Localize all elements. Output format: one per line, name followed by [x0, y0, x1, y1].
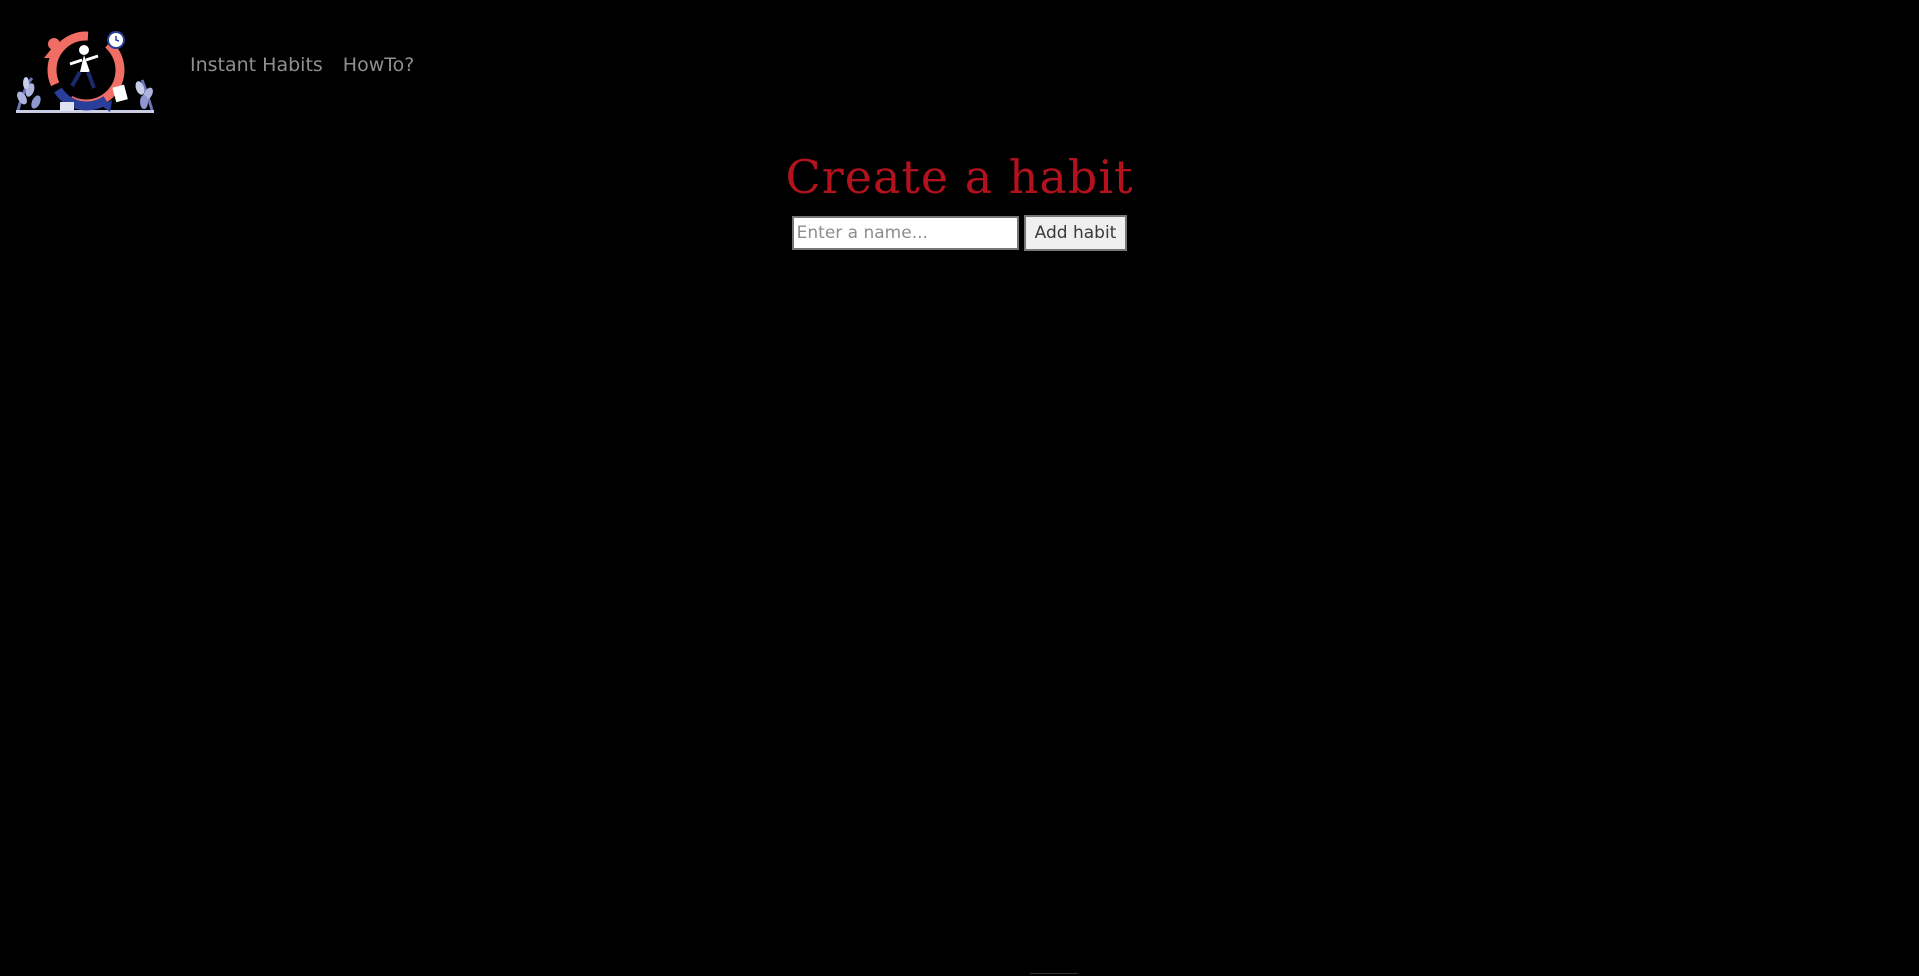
nav-link-howto[interactable]: HowTo? — [343, 54, 415, 76]
app-logo-icon[interactable] — [14, 28, 158, 116]
create-habit-form: Add habit — [791, 215, 1128, 251]
site-header: Instant Habits HowTo? — [0, 0, 1919, 120]
habit-name-input[interactable] — [791, 216, 1019, 250]
main-nav: Instant Habits HowTo? — [190, 54, 414, 76]
nav-link-instant-habits[interactable]: Instant Habits — [190, 54, 323, 76]
page-title: Create a habit — [785, 150, 1134, 204]
bottom-divider — [1030, 973, 1078, 974]
habit-cycle-illustration — [16, 31, 154, 113]
add-habit-button[interactable]: Add habit — [1023, 215, 1128, 251]
create-habit-section: Create a habit Add habit — [0, 145, 1919, 251]
